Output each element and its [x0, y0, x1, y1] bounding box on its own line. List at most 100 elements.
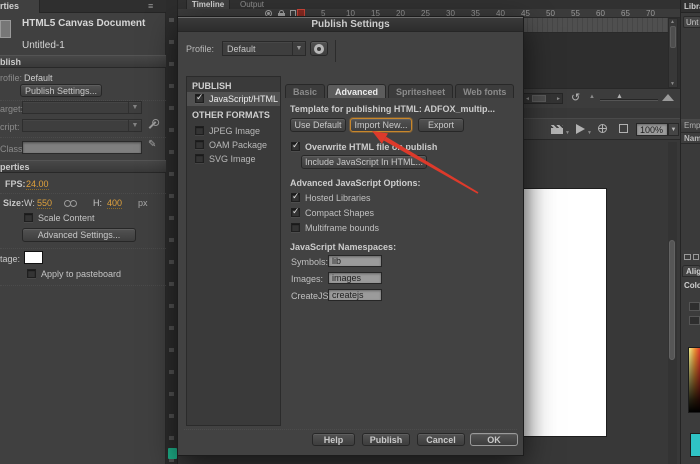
arrow-shaft [383, 136, 479, 194]
zoom-large-icon[interactable] [662, 94, 674, 101]
clip-content-icon[interactable] [619, 124, 628, 133]
multiframe-bounds-checkbox[interactable] [291, 223, 300, 232]
fill-color-well[interactable] [689, 302, 700, 311]
format-checkbox-jshtml[interactable] [195, 92, 204, 103]
height-label: H: [93, 198, 102, 208]
formats-listbox: PUBLISH JavaScript/HTML OTHER FORMATS JP… [186, 76, 281, 426]
publish-settings-button[interactable]: Publish Settings... [20, 84, 102, 97]
tab-output[interactable]: Output [234, 0, 270, 9]
edit-symbol-icon[interactable] [576, 124, 585, 134]
tab-basic[interactable]: Basic [285, 84, 326, 98]
width-label: W: [24, 198, 35, 208]
cancel-button[interactable]: Cancel [417, 433, 465, 446]
library-panel-header[interactable]: Libra [681, 0, 700, 13]
scroll-right-icon[interactable]: ► [556, 96, 561, 102]
overwrite-html-checkbox[interactable] [291, 140, 300, 151]
format-checkbox-oam[interactable] [195, 140, 204, 149]
color-swatch-cyan[interactable] [690, 433, 700, 457]
hscroll-thumb[interactable] [532, 95, 546, 102]
stage-zoom-dropdown-button[interactable]: ▼ [668, 123, 679, 136]
properties-section-header[interactable]: perties [0, 160, 166, 173]
compact-shapes-checkbox[interactable] [291, 206, 300, 217]
format-row-selected[interactable]: JavaScript/HTML [187, 92, 280, 106]
advanced-settings-button[interactable]: Advanced Settings... [22, 228, 136, 242]
help-button[interactable]: Help [312, 433, 355, 446]
collapse-icon[interactable]: ▲ [589, 94, 595, 100]
stage-vscroll-thumb[interactable] [669, 240, 675, 360]
script-dropdown[interactable]: ▼ [22, 119, 142, 132]
separator [0, 285, 166, 286]
apply-pasteboard-checkbox[interactable] [27, 269, 36, 278]
stage-vscrollbar[interactable] [668, 142, 677, 464]
target-dropdown[interactable]: ▼ [22, 101, 142, 114]
pencil-icon[interactable]: ✎ [148, 139, 156, 150]
stage-canvas[interactable] [524, 188, 607, 437]
tab-webfonts[interactable]: Web fonts [455, 84, 515, 98]
panel-menu-icon[interactable]: ≡ [148, 1, 153, 11]
height-value[interactable]: 400 [107, 198, 123, 209]
dialog-vertical-divider [335, 40, 336, 62]
dialog-title: Publish Settings [311, 19, 390, 30]
footer-separator [184, 429, 517, 430]
scroll-left-icon[interactable]: ◄ [525, 96, 530, 102]
tab-align[interactable]: Alig [682, 265, 700, 277]
vscroll-thumb[interactable] [670, 26, 676, 48]
zoom-slider-thumb[interactable]: ▲ [616, 93, 623, 100]
right-dock: Alig Colo [680, 250, 700, 464]
ruler-number: 55 [571, 9, 580, 18]
scroll-down-icon[interactable]: ▼ [670, 81, 675, 87]
library-doc-dropdown[interactable]: Unt [683, 16, 700, 28]
class-input[interactable] [22, 141, 142, 154]
publish-button[interactable]: Publish [362, 433, 410, 446]
tab-spritesheet[interactable]: Spritesheet [388, 84, 454, 98]
format-checkbox-jpeg[interactable] [195, 126, 204, 135]
dialog-titlebar[interactable]: Publish Settings [178, 18, 523, 32]
stage-color-swatch[interactable] [24, 251, 43, 264]
tab-properties[interactable]: rties [0, 0, 40, 13]
use-default-button[interactable]: Use Default [290, 118, 346, 132]
images-input[interactable] [328, 272, 382, 284]
apply-pasteboard-label: Apply to pasteboard [41, 269, 122, 279]
panel-dock-icon[interactable] [684, 254, 691, 260]
format-checkbox-svg[interactable] [195, 154, 204, 163]
color-gradient-picker[interactable] [688, 347, 700, 413]
width-value[interactable]: 550 [37, 198, 53, 209]
scale-content-checkbox[interactable] [24, 213, 33, 222]
properties-panel: rties ≡ HTML5 Canvas Document Untitled-1… [0, 0, 166, 464]
profile-options-button[interactable] [310, 41, 328, 56]
loop-icon[interactable]: ↺ [571, 91, 580, 104]
ok-button[interactable]: OK [470, 433, 518, 446]
panel-dock-icon[interactable] [693, 254, 699, 260]
dialog-tabs: Basic Advanced Spritesheet Web fonts [285, 82, 516, 98]
tab-advanced[interactable]: Advanced [327, 84, 387, 98]
format-row[interactable]: JPEG Image [187, 124, 280, 138]
stage-zoom-input[interactable]: 100% [636, 123, 668, 136]
library-name-column-header[interactable]: Nam [681, 132, 700, 144]
document-type: HTML5 Canvas Document [22, 18, 146, 29]
center-frame-icon[interactable] [598, 124, 607, 133]
scroll-up-icon[interactable]: ▲ [670, 19, 675, 25]
app-window: rties ≡ HTML5 Canvas Document Untitled-1… [0, 0, 700, 464]
hosted-libraries-checkbox[interactable] [291, 191, 300, 202]
timeline-vscrollbar[interactable]: ▲ ▼ [668, 18, 678, 88]
fps-value[interactable]: 24.00 [26, 179, 49, 190]
separator [0, 137, 166, 138]
format-row[interactable]: OAM Package [187, 138, 280, 152]
fps-label: FPS: [5, 179, 26, 189]
link-dimensions-icon[interactable] [64, 199, 78, 207]
tool-swatch-icon[interactable] [168, 448, 177, 459]
format-row[interactable]: SVG Image [187, 152, 280, 166]
document-name[interactable]: Untitled-1 [22, 40, 65, 51]
zoom-slider-track[interactable] [600, 99, 658, 101]
wrench-icon[interactable] [148, 121, 157, 129]
publish-section-header[interactable]: blish [0, 55, 166, 68]
color-panel-label: Colo [684, 281, 700, 290]
createjs-input[interactable] [328, 289, 382, 301]
tab-timeline[interactable]: Timeline [186, 0, 230, 9]
symbols-input[interactable] [328, 255, 382, 267]
timeline-hscrollbar[interactable]: ◄ ► [523, 93, 563, 104]
multiframe-bounds-label: Multiframe bounds [305, 223, 380, 233]
edit-scene-icon[interactable] [551, 125, 563, 134]
stroke-color-well[interactable] [689, 316, 700, 325]
dialog-profile-dropdown[interactable]: Default ▼ [222, 41, 306, 56]
